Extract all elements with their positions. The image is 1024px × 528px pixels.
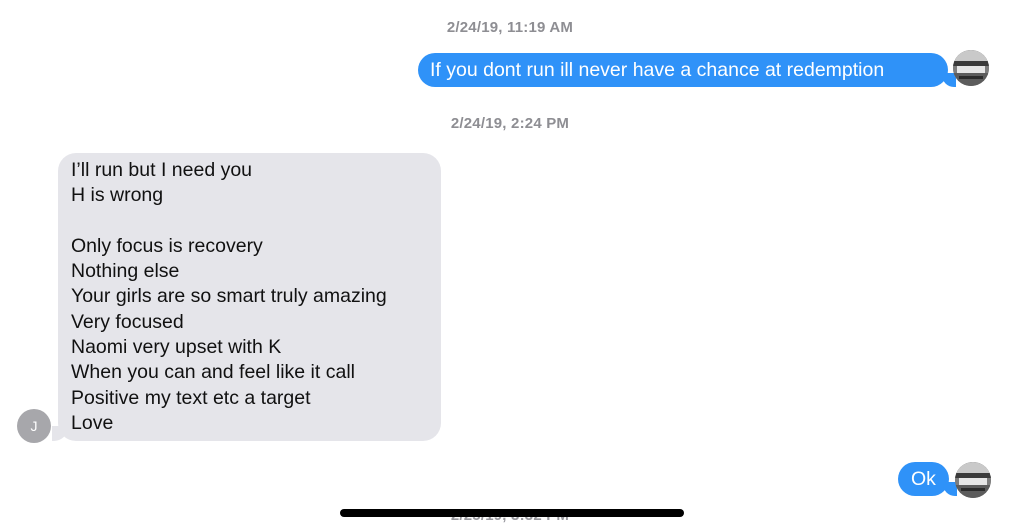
bubble-tail [52,426,68,441]
home-indicator[interactable] [340,509,684,517]
message-line: Positive my text etc a target [71,386,311,409]
contact-avatar-icon[interactable]: J [17,409,51,443]
message-line: Your girls are so smart truly amazing [71,285,387,308]
message-line [71,209,441,234]
message-line: H is wrong [71,184,164,207]
timestamp: 2/24/19, 2:24 PM [450,115,570,132]
user-avatar-icon[interactable] [955,462,991,498]
timestamp: 2/24/19, 11:19 AM [446,19,574,36]
message-line: Very focused [71,310,184,333]
message-line: When you can and feel like it call [71,361,355,384]
user-avatar-icon[interactable] [953,50,989,86]
message-line: Nothing else [71,260,180,283]
outgoing-message-bubble[interactable]: If you dont run ill never have a chance … [418,53,948,87]
message-line: I’ll run but I need you [71,159,253,181]
incoming-message-bubble[interactable]: I’ll run but I need you H is wrong Only … [58,153,441,441]
message-line: Love [71,411,114,434]
messages-thread: 2/24/19, 11:19 AM If you dont run ill ne… [0,0,1024,528]
outgoing-message-bubble[interactable]: Ok [898,462,949,496]
message-line: Naomi very upset with K [71,336,282,359]
message-line: Only focus is recovery [71,234,263,257]
